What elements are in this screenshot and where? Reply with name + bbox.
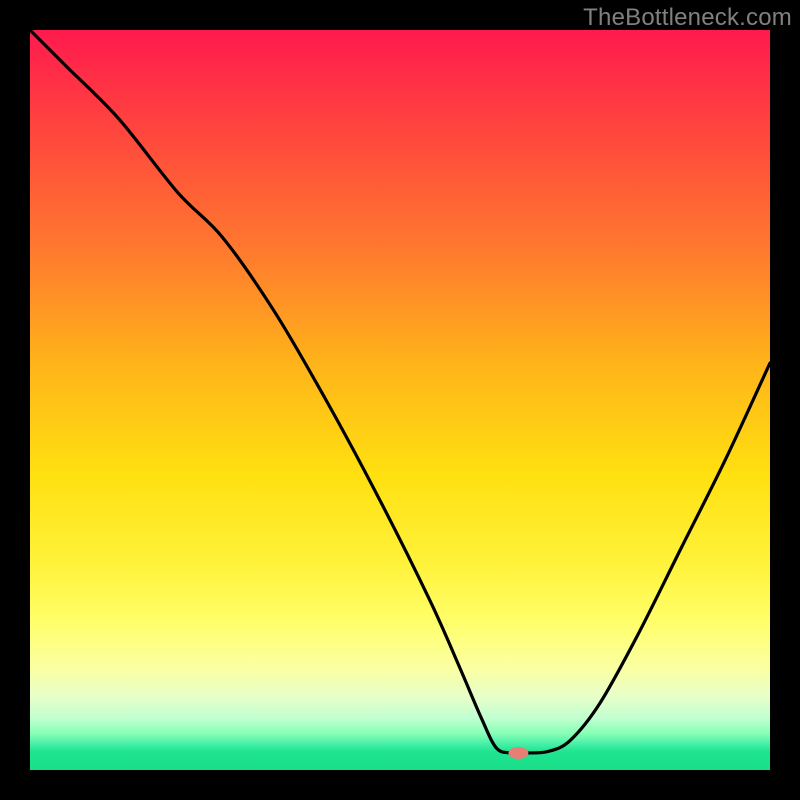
- plot-svg: [30, 30, 770, 770]
- watermark-text: TheBottleneck.com: [583, 4, 792, 32]
- plot-area: [30, 30, 770, 770]
- gradient-background: [30, 30, 770, 770]
- optimum-marker: [508, 747, 528, 759]
- chart-frame: TheBottleneck.com: [0, 0, 800, 800]
